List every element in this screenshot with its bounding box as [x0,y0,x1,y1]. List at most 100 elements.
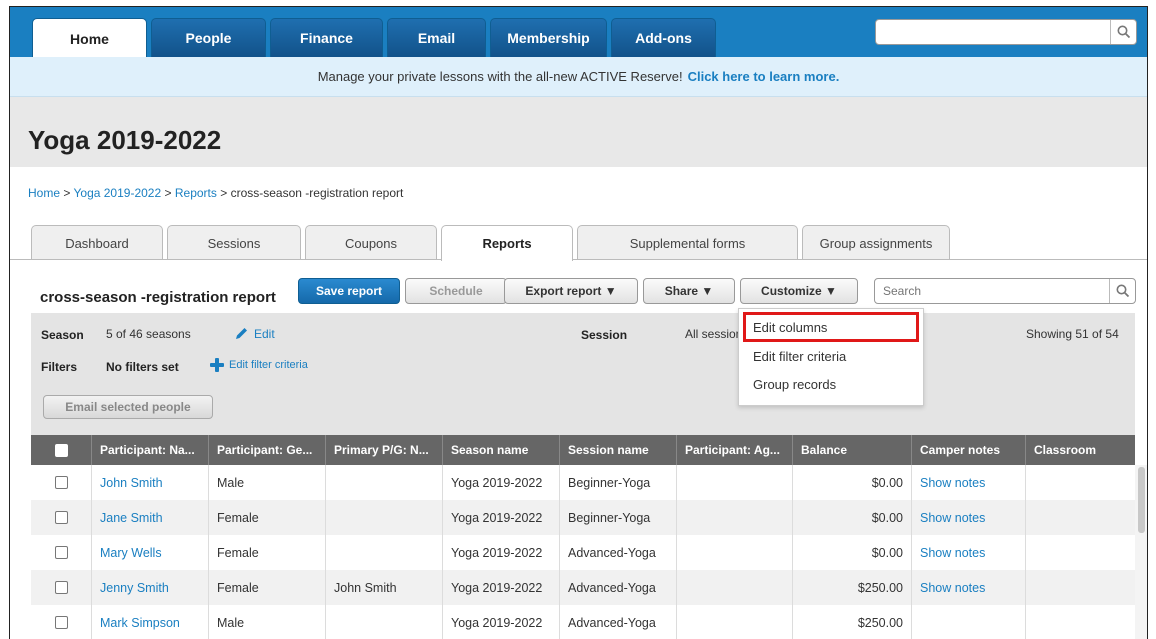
tab-group-assignments[interactable]: Group assignments [802,225,950,260]
primary-pg-name [326,605,443,639]
row-checkbox[interactable] [54,581,68,594]
breadcrumb-separator: > [164,186,172,200]
row-select-cell [31,570,92,605]
classroom [1026,605,1135,639]
row-checkbox[interactable] [54,476,68,489]
menu-item-edit-filter-criteria[interactable]: Edit filter criteria [753,349,846,364]
balance: $0.00 [793,500,912,535]
email-selected-button[interactable]: Email selected people [43,395,213,419]
report-search-input[interactable] [875,279,1103,303]
save-report-button[interactable]: Save report [298,278,400,304]
column-header-season-name[interactable]: Season name [443,435,560,465]
tab-divider [10,259,1147,260]
filters-value: No filters set [106,360,179,374]
table-row: John Smith Male Yoga 2019-2022 Beginner-… [31,465,1135,500]
column-header-balance[interactable]: Balance [793,435,912,465]
promo-banner: Manage your private lessons with the all… [10,57,1147,97]
participant-name-link[interactable]: Jenny Smith [92,570,209,605]
search-icon [1117,25,1130,39]
column-header-participant-gender[interactable]: Participant: Ge... [209,435,326,465]
row-checkbox[interactable] [54,511,68,524]
balance: $0.00 [793,465,912,500]
show-notes-link[interactable]: Show notes [912,465,1026,500]
show-notes-link[interactable]: Show notes [912,500,1026,535]
report-title: cross-season -registration report [40,289,276,306]
balance: $250.00 [793,570,912,605]
participant-name-link[interactable]: Mary Wells [92,535,209,570]
menu-item-edit-columns[interactable]: Edit columns [753,320,827,335]
tab-coupons[interactable]: Coupons [305,225,437,260]
season-value: 5 of 46 seasons [106,327,191,341]
season-name: Yoga 2019-2022 [443,465,560,500]
breadcrumb-separator: > [63,186,71,200]
nav-tab-finance[interactable]: Finance [270,18,383,57]
show-notes-link[interactable]: Show notes [912,570,1026,605]
export-report-button[interactable]: Export report ▼ [504,278,638,304]
column-header-participant-name[interactable]: Participant: Na... [92,435,209,465]
table-row: Jenny Smith Female John Smith Yoga 2019-… [31,570,1135,605]
participant-name-link[interactable]: Mark Simpson [92,605,209,639]
primary-pg-name [326,535,443,570]
column-header-primary-pg[interactable]: Primary P/G: N... [326,435,443,465]
breadcrumb-home[interactable]: Home [28,186,60,200]
participant-age [677,605,793,639]
participant-name-link[interactable]: Jane Smith [92,500,209,535]
table-row: Mark Simpson Male Yoga 2019-2022 Advance… [31,605,1135,639]
nav-tab-people[interactable]: People [151,18,266,57]
breadcrumb-separator: > [220,186,228,200]
row-select-cell [31,500,92,535]
column-header-participant-age[interactable]: Participant: Ag... [677,435,793,465]
primary-pg-name [326,500,443,535]
show-notes-link[interactable] [912,605,1026,639]
tab-supplemental-forms[interactable]: Supplemental forms [577,225,798,260]
top-nav: Home People Finance Email Membership Add… [10,7,1147,58]
session-name: Advanced-Yoga [560,570,677,605]
breadcrumb-current: cross-season -registration report [230,186,404,200]
menu-item-group-records[interactable]: Group records [753,377,836,392]
edit-filter-link[interactable]: Edit filter criteria [229,359,308,371]
nav-tab-email[interactable]: Email [387,18,486,57]
column-header-camper-notes[interactable]: Camper notes [912,435,1026,465]
filter-area: Season 5 of 46 seasons Edit Session All … [31,313,1135,435]
breadcrumb-reports[interactable]: Reports [175,186,217,200]
classroom [1026,500,1135,535]
row-select-cell [31,465,92,500]
nav-tab-add-ons[interactable]: Add-ons [611,18,716,57]
row-select-cell [31,535,92,570]
global-search-button[interactable] [1110,20,1136,44]
plus-icon[interactable] [209,357,225,373]
pencil-icon[interactable] [234,326,249,341]
share-button[interactable]: Share ▼ [643,278,735,304]
tab-reports[interactable]: Reports [441,225,573,261]
nav-tab-membership[interactable]: Membership [490,18,607,57]
session-value: All session [685,327,743,341]
tab-sessions[interactable]: Sessions [167,225,301,260]
column-header-session-name[interactable]: Session name [560,435,677,465]
breadcrumb-season[interactable]: Yoga 2019-2022 [74,186,162,200]
banner-link[interactable]: Click here to learn more. [688,69,840,84]
tab-dashboard[interactable]: Dashboard [31,225,163,260]
row-checkbox[interactable] [54,546,68,559]
customize-button[interactable]: Customize ▼ [740,278,858,304]
participant-name-link[interactable]: John Smith [92,465,209,500]
row-checkbox[interactable] [54,616,68,629]
participant-gender: Female [209,500,326,535]
page-title: Yoga 2019-2022 [28,125,222,155]
season-name: Yoga 2019-2022 [443,605,560,639]
select-all-checkbox[interactable] [54,443,68,457]
nav-tab-home[interactable]: Home [32,18,147,58]
session-name: Advanced-Yoga [560,535,677,570]
balance: $250.00 [793,605,912,639]
scrollbar-thumb[interactable] [1138,467,1145,533]
season-edit-link[interactable]: Edit [254,327,275,341]
participant-gender: Male [209,605,326,639]
global-search-input[interactable] [876,20,1106,44]
table-scrollbar[interactable] [1135,465,1147,639]
schedule-button[interactable]: Schedule [405,278,507,304]
search-icon [1116,284,1129,298]
report-search-button[interactable] [1109,279,1135,303]
participant-gender: Female [209,535,326,570]
column-header-classroom[interactable]: Classroom [1026,435,1135,465]
show-notes-link[interactable]: Show notes [912,535,1026,570]
table-header: Participant: Na... Participant: Ge... Pr… [31,435,1135,465]
